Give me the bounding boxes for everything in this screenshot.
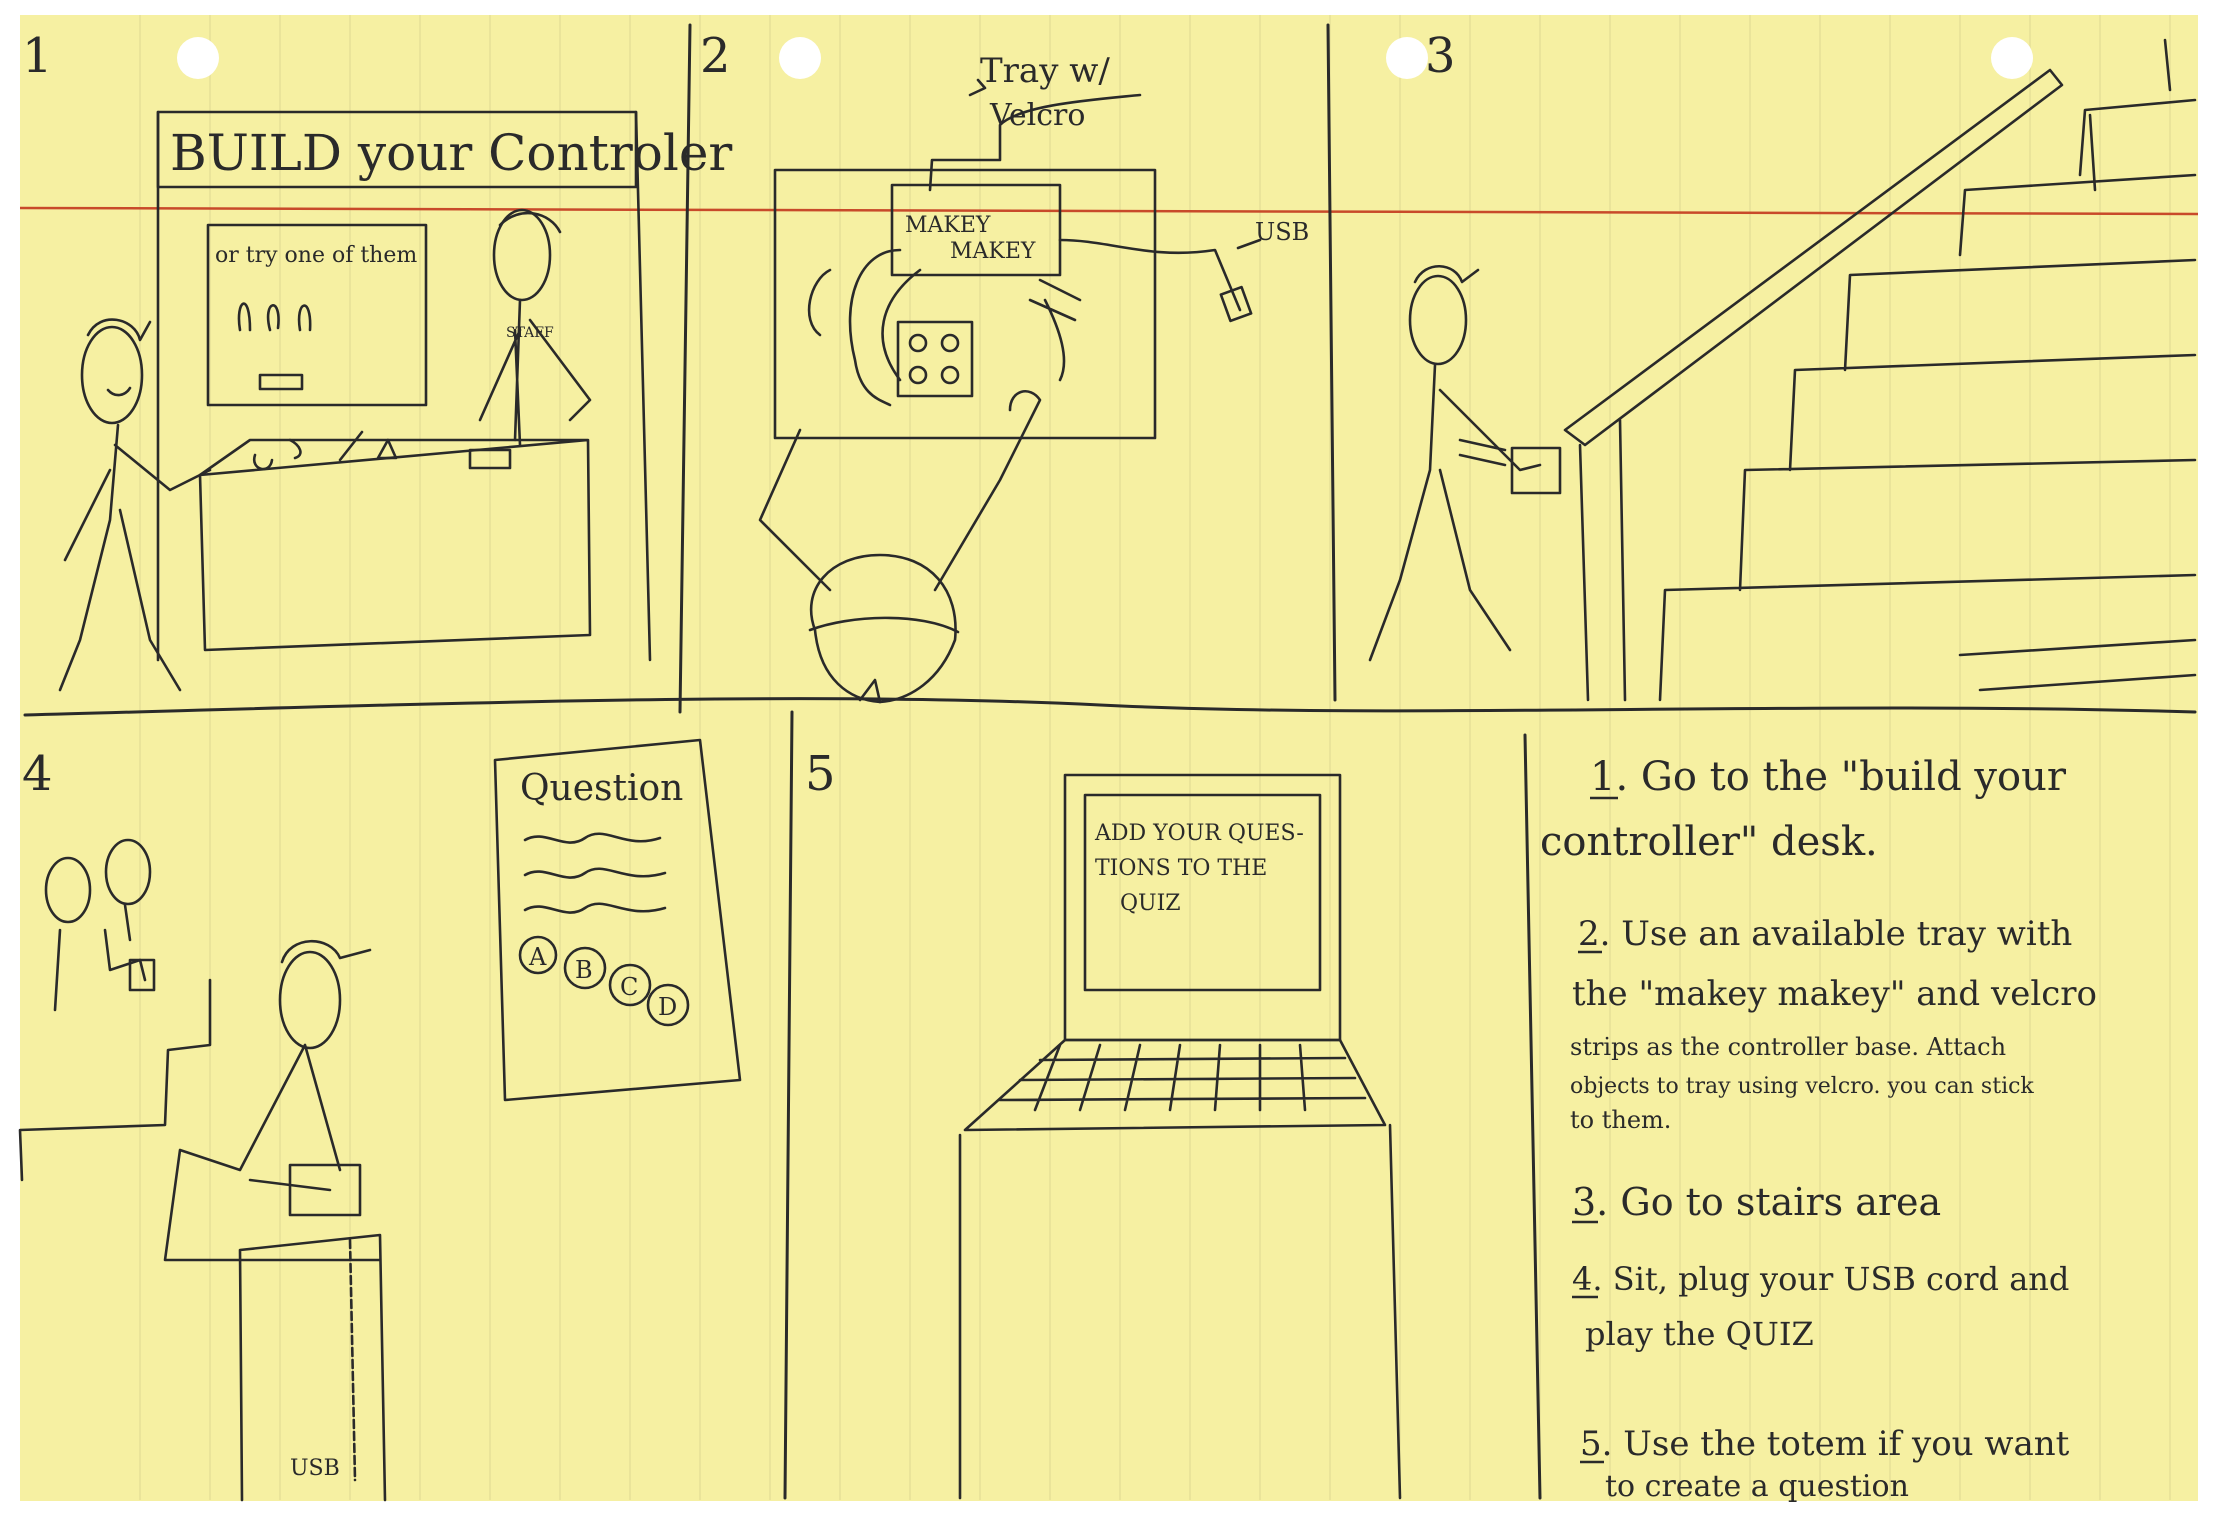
step-1-line-2: controller" desk. [1540, 819, 1878, 865]
punch-hole [1386, 37, 1428, 79]
option-b: B [575, 956, 593, 984]
panel-4-number: 4 [22, 746, 53, 802]
controller-sign-text: BUILD your Controler [170, 124, 732, 182]
screen-text-line-3: QUIZ [1120, 891, 1181, 916]
panel-5-number: 5 [805, 746, 836, 802]
example-screen-text: or try one of them [215, 243, 417, 268]
step-5-line-1: 5. Use the totem if you want [1580, 1424, 2070, 1464]
storyboard-sheet: 1 BUILD your Controler or try one of the… [18, 15, 2199, 1504]
velcro-label: Velcro [989, 98, 1085, 133]
question-card-title: Question [520, 768, 683, 809]
screen-text-line-1: ADD YOUR QUES- [1094, 821, 1304, 846]
makey-label-2: MAKEY [950, 239, 1036, 264]
punch-hole [1991, 37, 2033, 79]
option-c: C [620, 973, 638, 1001]
panel-3-number: 3 [1425, 28, 1456, 84]
tray-label: Tray w/ [980, 51, 1110, 91]
step-4-line-2: play the QUIZ [1585, 1315, 1814, 1353]
punch-hole [177, 37, 219, 79]
staff-shirt-text: STAFF [506, 325, 554, 341]
step-1-line-1: 1. Go to the "build your [1590, 754, 2067, 800]
panel-2-number: 2 [700, 28, 731, 84]
step-3: 3. Go to stairs area [1572, 1180, 1941, 1224]
usb-label-panel-4: USB [290, 1456, 340, 1481]
step-5-line-2: to create a question [1605, 1469, 1909, 1504]
step-2-line-1: 2. Use an available tray with [1578, 914, 2072, 954]
makey-label-1: MAKEY [905, 213, 991, 238]
option-d: D [658, 993, 677, 1021]
option-a: A [528, 943, 547, 971]
step-2-line-5: to them. [1570, 1106, 1671, 1134]
step-4-line-1: 4. Sit, plug your USB cord and [1572, 1260, 2069, 1298]
screen-text-line-2: TIONS TO THE [1095, 856, 1267, 881]
punch-hole [779, 37, 821, 79]
panel-1-number: 1 [22, 28, 53, 84]
usb-label-panel-2: USB [1255, 218, 1309, 246]
step-2-line-3: strips as the controller base. Attach [1570, 1033, 2006, 1061]
step-2-line-2: the "makey makey" and velcro [1572, 974, 2097, 1014]
step-2-line-4: objects to tray using velcro. you can st… [1570, 1074, 2034, 1099]
